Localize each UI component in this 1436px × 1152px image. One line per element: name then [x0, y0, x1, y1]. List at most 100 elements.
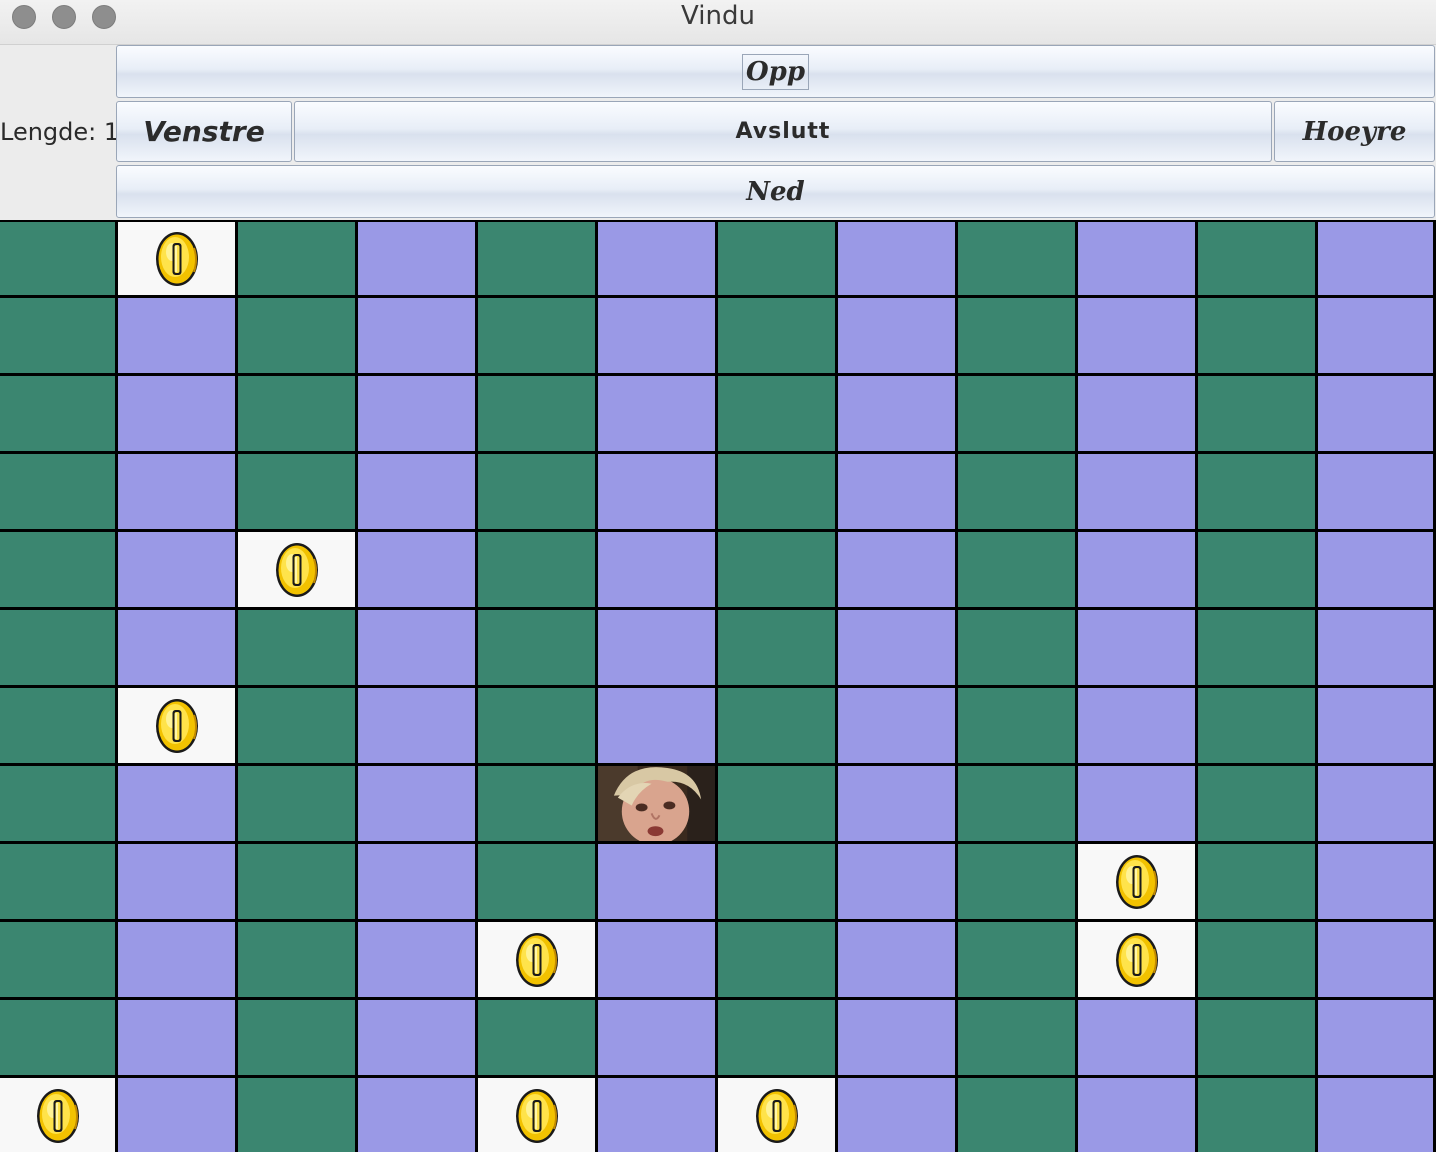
board-cell [478, 766, 595, 841]
board-cell [238, 298, 355, 373]
board-cell [1078, 1000, 1195, 1075]
board-cell [838, 1078, 955, 1152]
board-cell [118, 922, 235, 997]
board-cell [1198, 454, 1315, 529]
board-cell [238, 922, 355, 997]
board-cell [358, 298, 475, 373]
board-cell [118, 1000, 235, 1075]
board-cell [838, 766, 955, 841]
board-cell [598, 922, 715, 997]
board-cell [238, 844, 355, 919]
board-cell [718, 610, 835, 685]
board-cell [0, 922, 115, 997]
left-button-label: Venstre [143, 115, 265, 148]
board-cell [718, 376, 835, 451]
board-cell [238, 610, 355, 685]
gold-coin-icon [154, 697, 200, 755]
board-cell-coin [1078, 922, 1195, 997]
board-cell [598, 532, 715, 607]
board-cell [118, 766, 235, 841]
board-cell [1078, 1078, 1195, 1152]
gold-coin-icon [1114, 853, 1160, 911]
board-cell [958, 454, 1075, 529]
board-cell [958, 222, 1075, 295]
board-cell [238, 1078, 355, 1152]
board-cell [358, 610, 475, 685]
right-button[interactable]: Hoeyre [1274, 101, 1435, 162]
board-cell [598, 610, 715, 685]
board-cell [118, 610, 235, 685]
board-cell [598, 688, 715, 763]
up-button[interactable]: Opp [116, 45, 1435, 98]
board-cell [838, 298, 955, 373]
board-cell [958, 688, 1075, 763]
board-cell [718, 298, 835, 373]
board-cell [478, 222, 595, 295]
board-cell [358, 376, 475, 451]
board-cell [958, 610, 1075, 685]
board-cell [358, 766, 475, 841]
board-cell [718, 532, 835, 607]
app-window: Vindu Lengde: 1 Opp Venstre Avslutt Hoey… [0, 0, 1436, 1152]
board-cell [478, 610, 595, 685]
board-cell [478, 376, 595, 451]
board-cell [1078, 298, 1195, 373]
board-cell [0, 532, 115, 607]
board-cell [1318, 688, 1433, 763]
board-cell-coin [718, 1078, 835, 1152]
board-cell [958, 1078, 1075, 1152]
board-cell [0, 222, 115, 295]
board-cell [1198, 1078, 1315, 1152]
quit-button[interactable]: Avslutt [294, 101, 1272, 162]
board-cell [118, 844, 235, 919]
left-button[interactable]: Venstre [116, 101, 292, 162]
length-label: Lengde: 1 [0, 118, 120, 146]
gold-coin-icon [754, 1087, 800, 1145]
board-cell [358, 1078, 475, 1152]
board-cell [0, 1000, 115, 1075]
board-cell [838, 688, 955, 763]
board-cell [1318, 922, 1433, 997]
board-cell [718, 922, 835, 997]
board-cell [238, 454, 355, 529]
gold-coin-icon [154, 230, 200, 288]
board-cell-coin [118, 222, 235, 295]
gold-coin-icon [514, 1087, 560, 1145]
board-cell [1318, 532, 1433, 607]
board-cell [1078, 688, 1195, 763]
board-cell [838, 222, 955, 295]
board-cell [958, 766, 1075, 841]
board-cell [1318, 222, 1433, 295]
board-cell [1198, 688, 1315, 763]
board-cell [358, 844, 475, 919]
board-cell-coin [238, 532, 355, 607]
board-cell [718, 222, 835, 295]
board-cell [958, 922, 1075, 997]
board-cell [478, 844, 595, 919]
board-cell [1198, 222, 1315, 295]
board-cell [238, 766, 355, 841]
board-cell [238, 1000, 355, 1075]
gold-coin-icon [514, 931, 560, 989]
board-cell [358, 222, 475, 295]
board-cell-coin [118, 688, 235, 763]
board-cell [1078, 454, 1195, 529]
down-button[interactable]: Ned [116, 165, 1435, 218]
board-cell-coin [478, 922, 595, 997]
board-cell [118, 454, 235, 529]
board-cell [0, 298, 115, 373]
board-cell [1318, 454, 1433, 529]
board-cell [1078, 376, 1195, 451]
board-cell [118, 298, 235, 373]
board-cell [238, 376, 355, 451]
board-cell [1198, 844, 1315, 919]
quit-button-label: Avslutt [735, 119, 831, 144]
board-cell [718, 1000, 835, 1075]
board-cell [1078, 766, 1195, 841]
board-cell [1198, 376, 1315, 451]
title-bar: Vindu [0, 0, 1436, 45]
board-cell [838, 454, 955, 529]
board-cell [238, 222, 355, 295]
board-cell [358, 1000, 475, 1075]
board-cell [718, 844, 835, 919]
